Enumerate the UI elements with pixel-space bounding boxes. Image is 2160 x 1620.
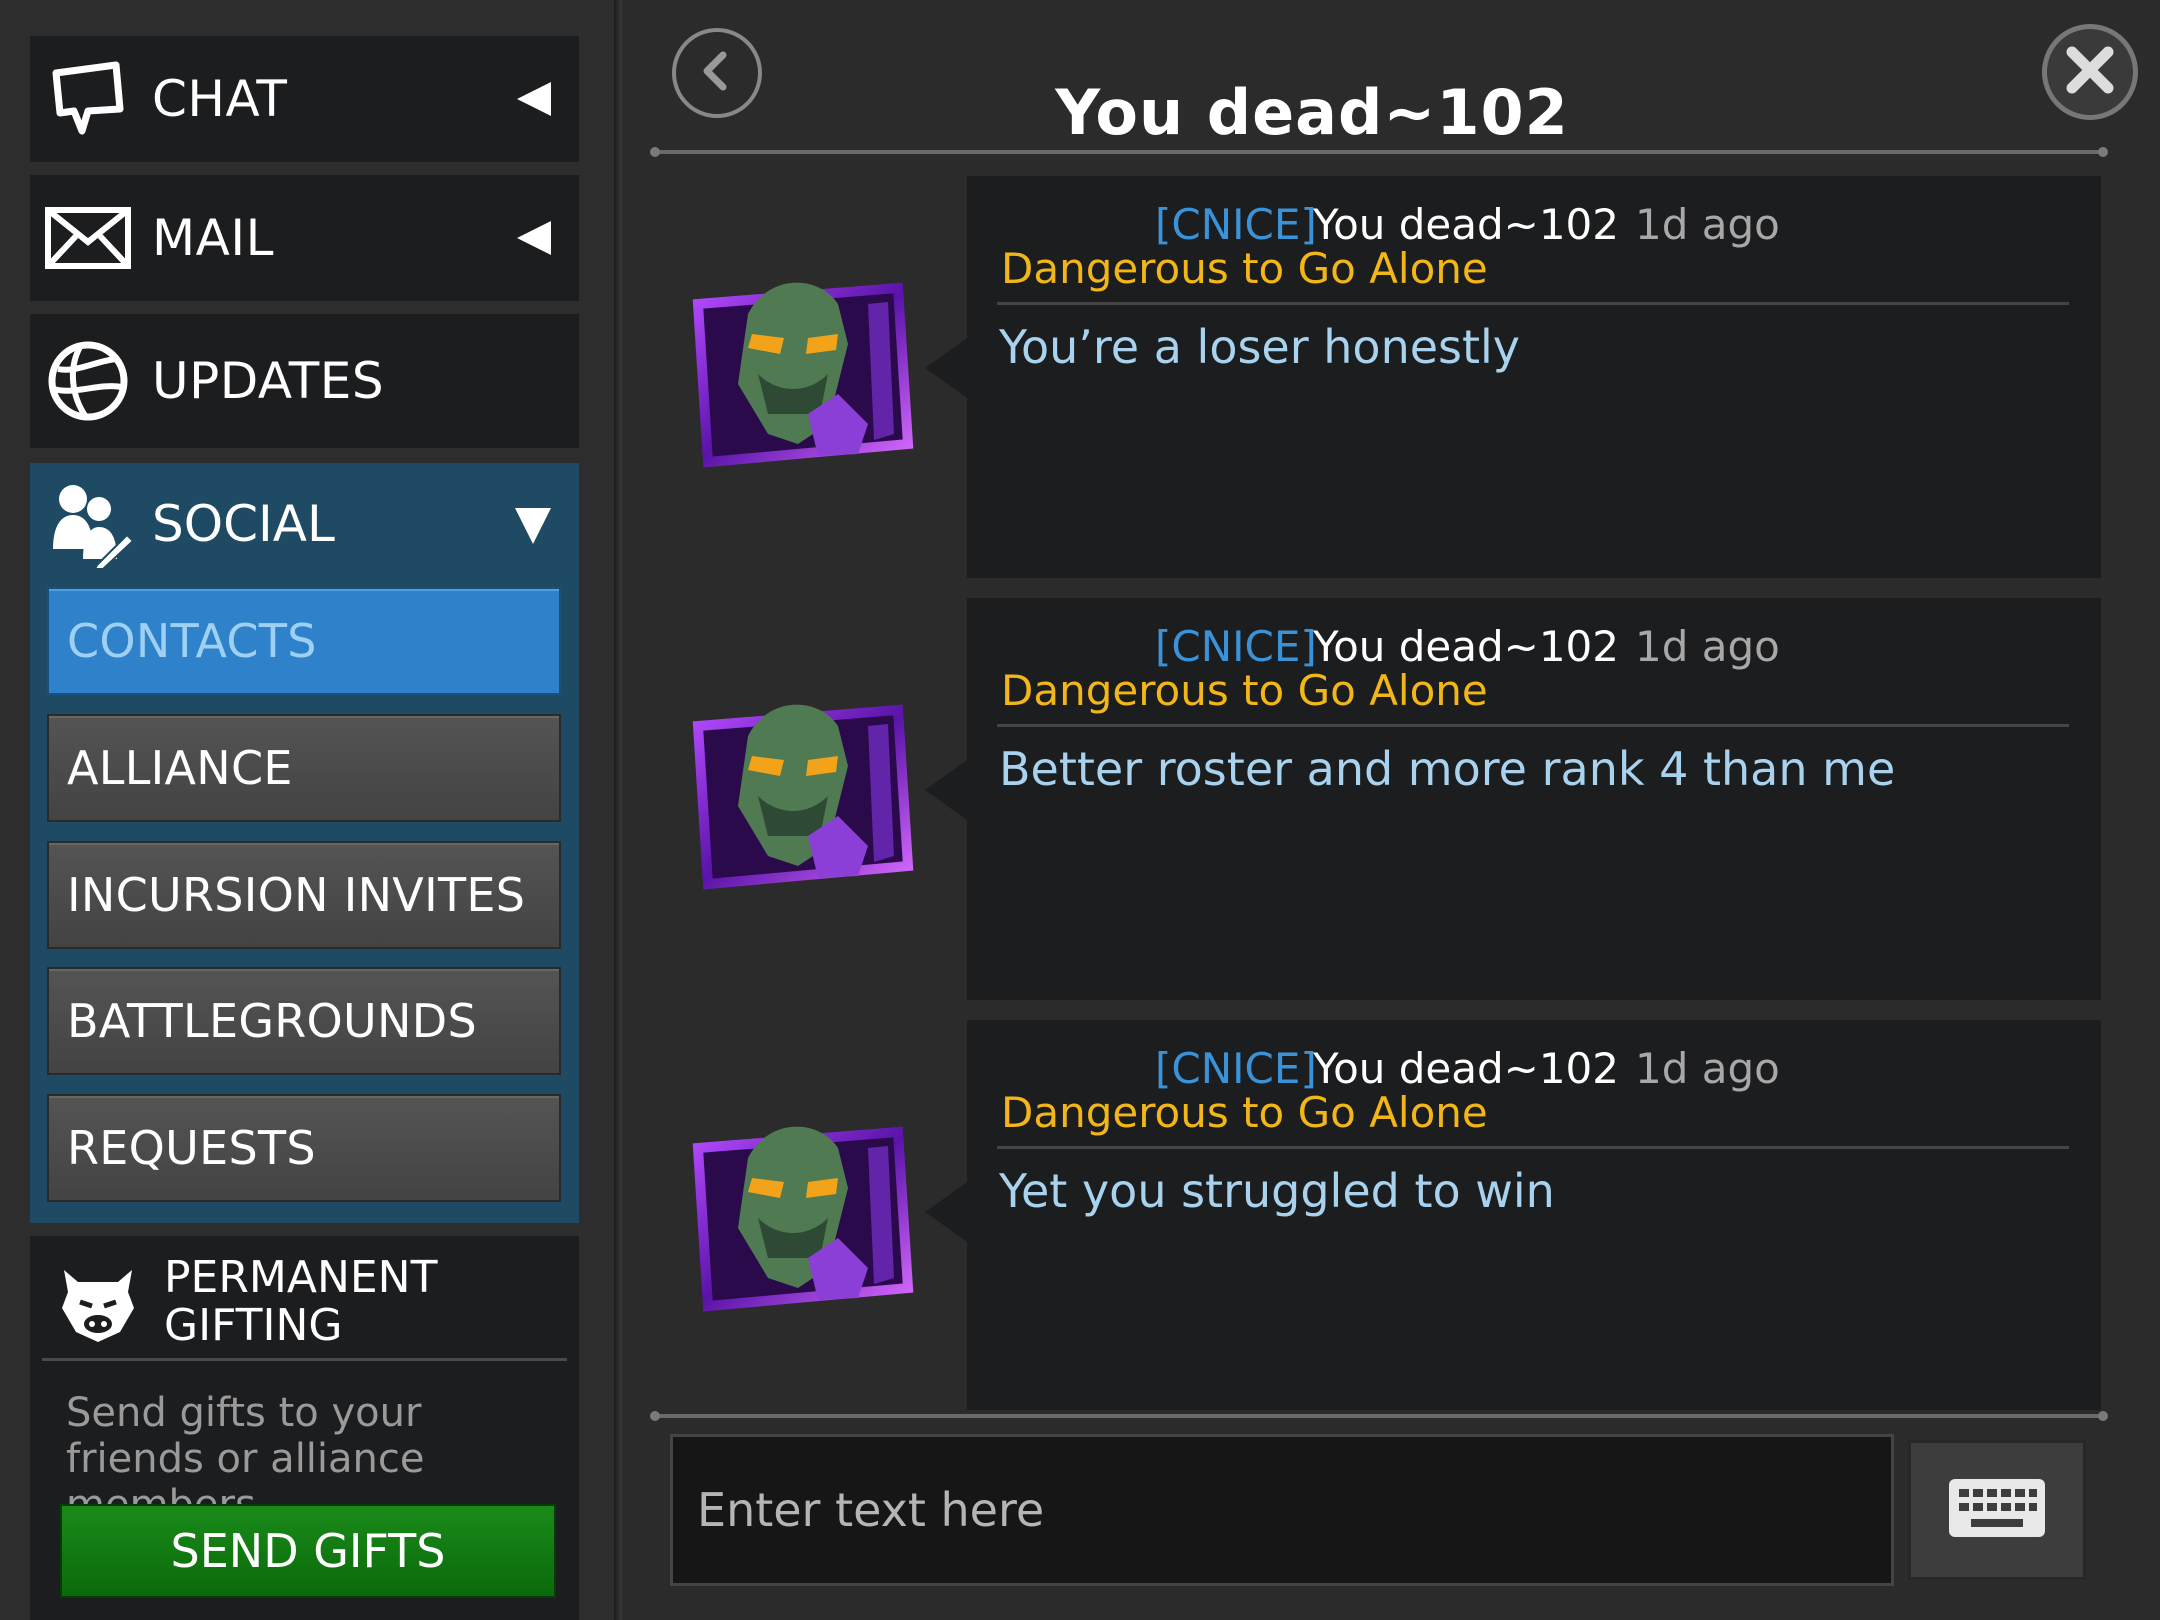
message-header: [CNICE] You dead~102 1d ago — [967, 612, 2101, 672]
conversation-panel: You dead~102 [CNICE] You dead~102 1d ago… — [622, 0, 2160, 1620]
divider — [997, 1146, 2069, 1149]
header-divider — [650, 147, 2108, 157]
bubble-tail — [925, 760, 967, 820]
updates-tab[interactable]: UPDATES — [30, 314, 579, 448]
avatar[interactable] — [688, 274, 914, 470]
updates-label: UPDATES — [152, 352, 385, 410]
message-text: Better roster and more rank 4 than me — [999, 742, 1896, 796]
message-bubble: [CNICE] You dead~102 1d ago Dangerous to… — [967, 598, 2101, 1000]
sender-name[interactable]: You dead~102 — [1313, 200, 1619, 249]
sidebar-item-incursion-invites[interactable]: INCURSION INVITES — [47, 841, 561, 949]
speech-bubble-icon — [40, 51, 136, 147]
sidebar-item-contacts[interactable]: CONTACTS — [47, 587, 561, 695]
sender-name[interactable]: You dead~102 — [1313, 1044, 1619, 1093]
keyboard-button[interactable] — [1908, 1440, 2086, 1580]
chat-label: CHAT — [152, 70, 288, 128]
timestamp: 1d ago — [1635, 200, 1780, 249]
message-bubble: [CNICE] You dead~102 1d ago Dangerous to… — [967, 1020, 2101, 1410]
alliance-name: Dangerous to Go Alone — [1001, 244, 1488, 293]
alliance-tag[interactable]: [CNICE] — [1155, 1044, 1317, 1093]
collapse-arrow-icon — [515, 508, 551, 544]
permanent-gifting-panel: PERMANENT GIFTING Send gifts to your fri… — [30, 1236, 579, 1620]
social-section: SOCIAL CONTACTS ALLIANCE INCURSION INVIT… — [30, 463, 579, 1223]
social-tab[interactable]: SOCIAL — [30, 463, 579, 585]
close-button[interactable] — [2042, 24, 2138, 120]
social-label: SOCIAL — [152, 495, 335, 553]
panel-divider — [614, 0, 622, 1620]
globe-icon — [40, 333, 136, 429]
message-item: [CNICE] You dead~102 1d ago Dangerous to… — [622, 176, 2160, 578]
divider — [42, 1358, 567, 1361]
envelope-icon — [40, 190, 136, 286]
mail-tab[interactable]: MAIL — [30, 175, 579, 301]
keyboard-icon — [1949, 1479, 2045, 1541]
mail-label: MAIL — [152, 209, 274, 267]
bubble-tail — [925, 1182, 967, 1242]
sidebar-item-battlegrounds[interactable]: BATTLEGROUNDS — [47, 967, 561, 1075]
sidebar: CHAT MAIL UPDATES SOCIAL CONTACTS ALLIAN… — [0, 0, 614, 1620]
alliance-name: Dangerous to Go Alone — [1001, 666, 1488, 715]
timestamp: 1d ago — [1635, 622, 1780, 671]
message-text: You’re a loser honestly — [999, 320, 1521, 374]
message-input[interactable] — [673, 1437, 1891, 1583]
close-icon — [2062, 42, 2118, 102]
alliance-name: Dangerous to Go Alone — [1001, 1088, 1488, 1137]
alliance-tag[interactable]: [CNICE] — [1155, 622, 1317, 671]
message-item: [CNICE] You dead~102 1d ago Dangerous to… — [622, 598, 2160, 1000]
message-header: [CNICE] You dead~102 1d ago — [967, 1034, 2101, 1094]
message-header: [CNICE] You dead~102 1d ago — [967, 190, 2101, 250]
expand-arrow-icon — [517, 221, 551, 255]
chat-tab[interactable]: CHAT — [30, 36, 579, 162]
alliance-tag[interactable]: [CNICE] — [1155, 200, 1317, 249]
divider — [997, 302, 2069, 305]
expand-arrow-icon — [517, 82, 551, 116]
avatar[interactable] — [688, 696, 914, 892]
footer-divider — [650, 1411, 2108, 1421]
avatar[interactable] — [688, 1118, 914, 1314]
sidebar-item-alliance[interactable]: ALLIANCE — [47, 714, 561, 822]
people-icon — [40, 476, 136, 572]
bull-icon — [50, 1252, 146, 1348]
timestamp: 1d ago — [1635, 1044, 1780, 1093]
gifting-title: PERMANENT GIFTING — [164, 1252, 438, 1351]
conversation-title: You dead~102 — [1055, 76, 1569, 149]
back-button[interactable] — [672, 28, 762, 118]
bubble-tail — [925, 338, 967, 398]
message-bubble: [CNICE] You dead~102 1d ago Dangerous to… — [967, 176, 2101, 578]
sender-name[interactable]: You dead~102 — [1313, 622, 1619, 671]
sidebar-item-requests[interactable]: REQUESTS — [47, 1094, 561, 1202]
chevron-left-icon — [695, 49, 739, 97]
message-item: [CNICE] You dead~102 1d ago Dangerous to… — [622, 1020, 2160, 1422]
message-text: Yet you struggled to win — [999, 1164, 1555, 1218]
send-gifts-button[interactable]: SEND GIFTS — [60, 1504, 556, 1598]
divider — [997, 724, 2069, 727]
message-input-container — [670, 1434, 1894, 1586]
